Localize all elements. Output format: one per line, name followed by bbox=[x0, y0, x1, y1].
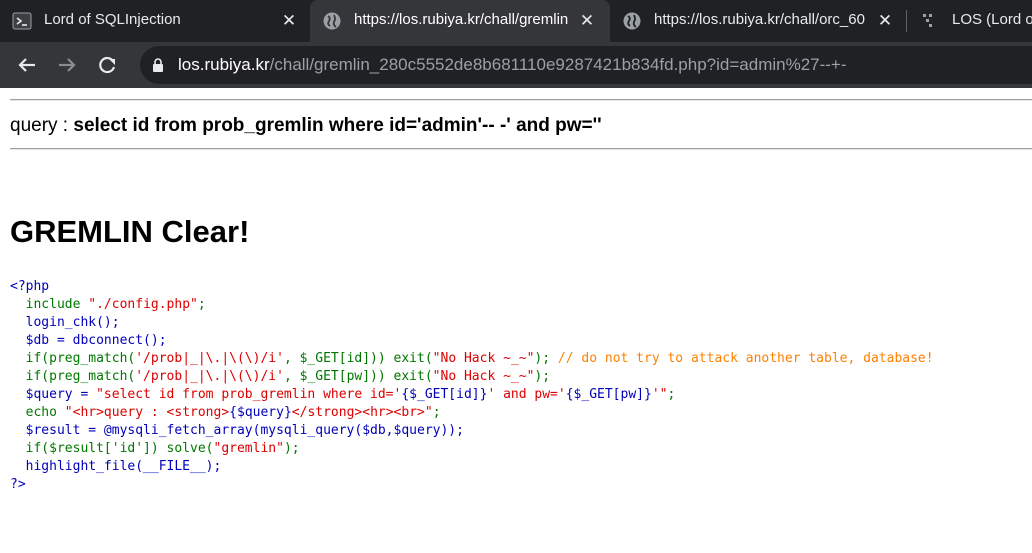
code-query-str: ' and pw=' bbox=[487, 387, 566, 402]
url-host: los.rubiya.kr bbox=[178, 55, 270, 74]
page-content: query : select id from prob_gremlin wher… bbox=[0, 88, 1032, 553]
code-include-arg: "./config.php" bbox=[80, 297, 198, 312]
code-include: include bbox=[10, 297, 81, 312]
close-tab-icon[interactable]: ✕ bbox=[280, 11, 298, 31]
code-query-pw: {$_GET[pw]} bbox=[565, 387, 652, 402]
close-tab-icon[interactable]: ✕ bbox=[876, 11, 894, 31]
terminal-icon bbox=[12, 11, 32, 31]
browser-toolbar: los.rubiya.kr/chall/gremlin_280c5552de8b… bbox=[0, 42, 1032, 88]
bottom-rule bbox=[10, 148, 1032, 150]
reload-icon[interactable] bbox=[92, 50, 122, 80]
code-if2-pattern: '/prob|_|\.|\(\)/i' bbox=[135, 369, 284, 384]
code-result: $result = @mysqli_fetch_array(mysqli_que… bbox=[10, 423, 464, 438]
code-if1: if(preg_match( bbox=[10, 351, 136, 366]
address-bar[interactable]: los.rubiya.kr/chall/gremlin_280c5552de8b… bbox=[140, 46, 1032, 84]
code-if1-pattern: '/prob|_|\.|\(\)/i' bbox=[135, 351, 284, 366]
url-path: /chall/gremlin_280c5552de8b681110e928742… bbox=[269, 55, 847, 74]
code-dbconnect: $db = dbconnect(); bbox=[10, 333, 167, 348]
clear-message: GREMLIN Clear! bbox=[10, 214, 250, 249]
tab-separator bbox=[906, 10, 907, 32]
tab-title: https://los.rubiya.kr/chall/orc_60 bbox=[654, 11, 865, 28]
globe-icon bbox=[622, 11, 642, 31]
dots-icon bbox=[920, 11, 940, 31]
code-highlight-file: highlight_file(__FILE__); bbox=[10, 459, 222, 474]
code-echo-var: {$query} bbox=[229, 405, 292, 420]
code-if1-msg: "No Hack ~_~" bbox=[432, 351, 535, 366]
code-query-str: "select id from prob_gremlin where id=' bbox=[96, 387, 402, 402]
code-punct: ; bbox=[667, 387, 676, 402]
code-punct: ; bbox=[432, 405, 441, 420]
code-if2-msg: "No Hack ~_~" bbox=[432, 369, 535, 384]
tab-orc[interactable]: https://los.rubiya.kr/chall/orc_60 ✕ bbox=[610, 0, 906, 42]
query-line: query : select id from prob_gremlin wher… bbox=[10, 115, 602, 137]
code-comment: // do not try to attack another table, d… bbox=[557, 351, 934, 366]
url-text[interactable]: los.rubiya.kr/chall/gremlin_280c5552de8b… bbox=[178, 55, 847, 75]
source-code: <?php include "./config.php"; login_chk(… bbox=[10, 278, 934, 494]
lock-icon[interactable] bbox=[152, 58, 164, 77]
forward-arrow-icon[interactable] bbox=[52, 50, 82, 80]
code-echo: echo bbox=[10, 405, 65, 420]
tab-title: https://los.rubiya.kr/chall/gremlin bbox=[354, 11, 569, 28]
query-prefix: query : bbox=[10, 115, 74, 136]
tab-strip: Lord of SQLInjection ✕ https://los.rubiy… bbox=[0, 0, 1032, 42]
back-arrow-icon[interactable] bbox=[12, 50, 42, 80]
tab-lord-of-sqlinjection[interactable]: Lord of SQLInjection ✕ bbox=[0, 0, 310, 42]
code-punct: ; bbox=[197, 297, 206, 312]
code-if1-args: , $_GET[id])) exit( bbox=[283, 351, 433, 366]
code-echo-str: </strong><hr><br>" bbox=[291, 405, 433, 420]
code-if2: if(preg_match( bbox=[10, 369, 136, 384]
tab-title: LOS (Lord o bbox=[952, 11, 1032, 28]
top-rule bbox=[10, 99, 1032, 101]
code-if2-end: ); bbox=[534, 369, 551, 384]
tab-los[interactable]: LOS (Lord o bbox=[908, 0, 1032, 42]
code-solve: if($result['id']) solve( bbox=[10, 441, 214, 456]
code-open-tag: <?php bbox=[10, 279, 50, 294]
close-tab-icon[interactable]: ✕ bbox=[578, 11, 596, 31]
code-if1-end: ); bbox=[534, 351, 558, 366]
code-punct: ); bbox=[283, 441, 300, 456]
tab-gremlin[interactable]: https://los.rubiya.kr/chall/gremlin ✕ bbox=[310, 0, 610, 42]
tab-title: Lord of SQLInjection bbox=[44, 11, 181, 28]
code-query-str: '" bbox=[651, 387, 668, 402]
code-solve-arg: "gremlin" bbox=[213, 441, 284, 456]
query-text: select id from prob_gremlin where id='ad… bbox=[73, 115, 602, 136]
code-query-var: $query = bbox=[10, 387, 97, 402]
code-echo-str: "<hr>query : <strong> bbox=[64, 405, 230, 420]
code-query-id: {$_GET[id]} bbox=[401, 387, 488, 402]
globe-icon bbox=[322, 11, 342, 31]
code-if2-args: , $_GET[pw])) exit( bbox=[283, 369, 433, 384]
code-login-chk: login_chk(); bbox=[10, 315, 120, 330]
code-close-tag: ?> bbox=[10, 477, 26, 492]
